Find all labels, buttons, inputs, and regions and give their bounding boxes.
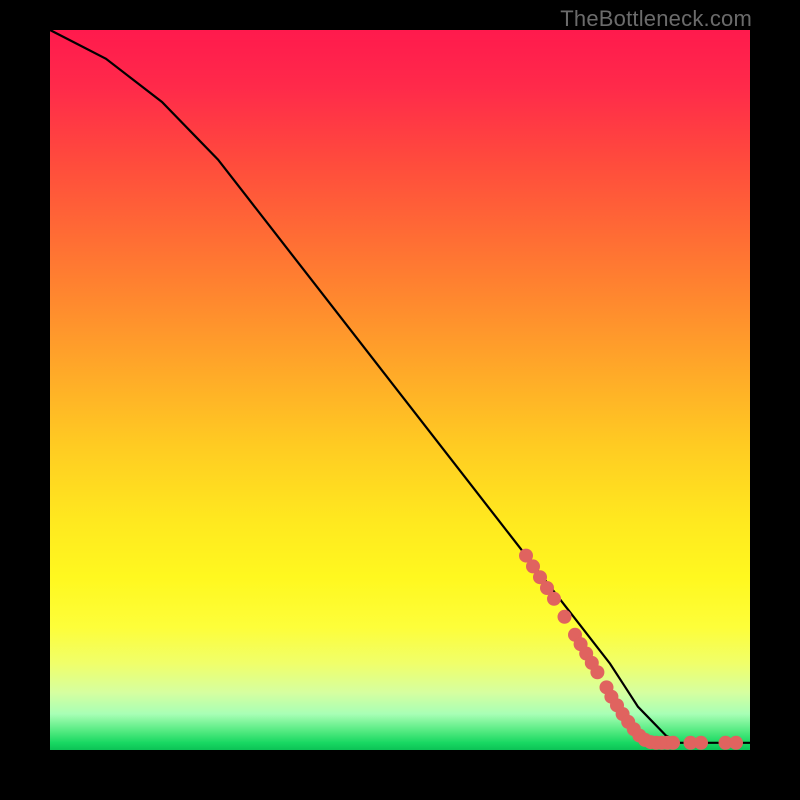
- highlight-dot: [558, 610, 572, 624]
- highlight-dot: [590, 665, 604, 679]
- highlight-dots-group: [519, 549, 743, 750]
- highlight-dot: [666, 736, 680, 750]
- highlight-dot: [547, 592, 561, 606]
- highlight-dot: [694, 736, 708, 750]
- plot-area: [50, 30, 750, 750]
- curve-line: [50, 30, 750, 743]
- watermark-text: TheBottleneck.com: [560, 6, 752, 32]
- chart-frame: TheBottleneck.com: [0, 0, 800, 800]
- chart-svg: [50, 30, 750, 750]
- highlight-dot: [729, 736, 743, 750]
